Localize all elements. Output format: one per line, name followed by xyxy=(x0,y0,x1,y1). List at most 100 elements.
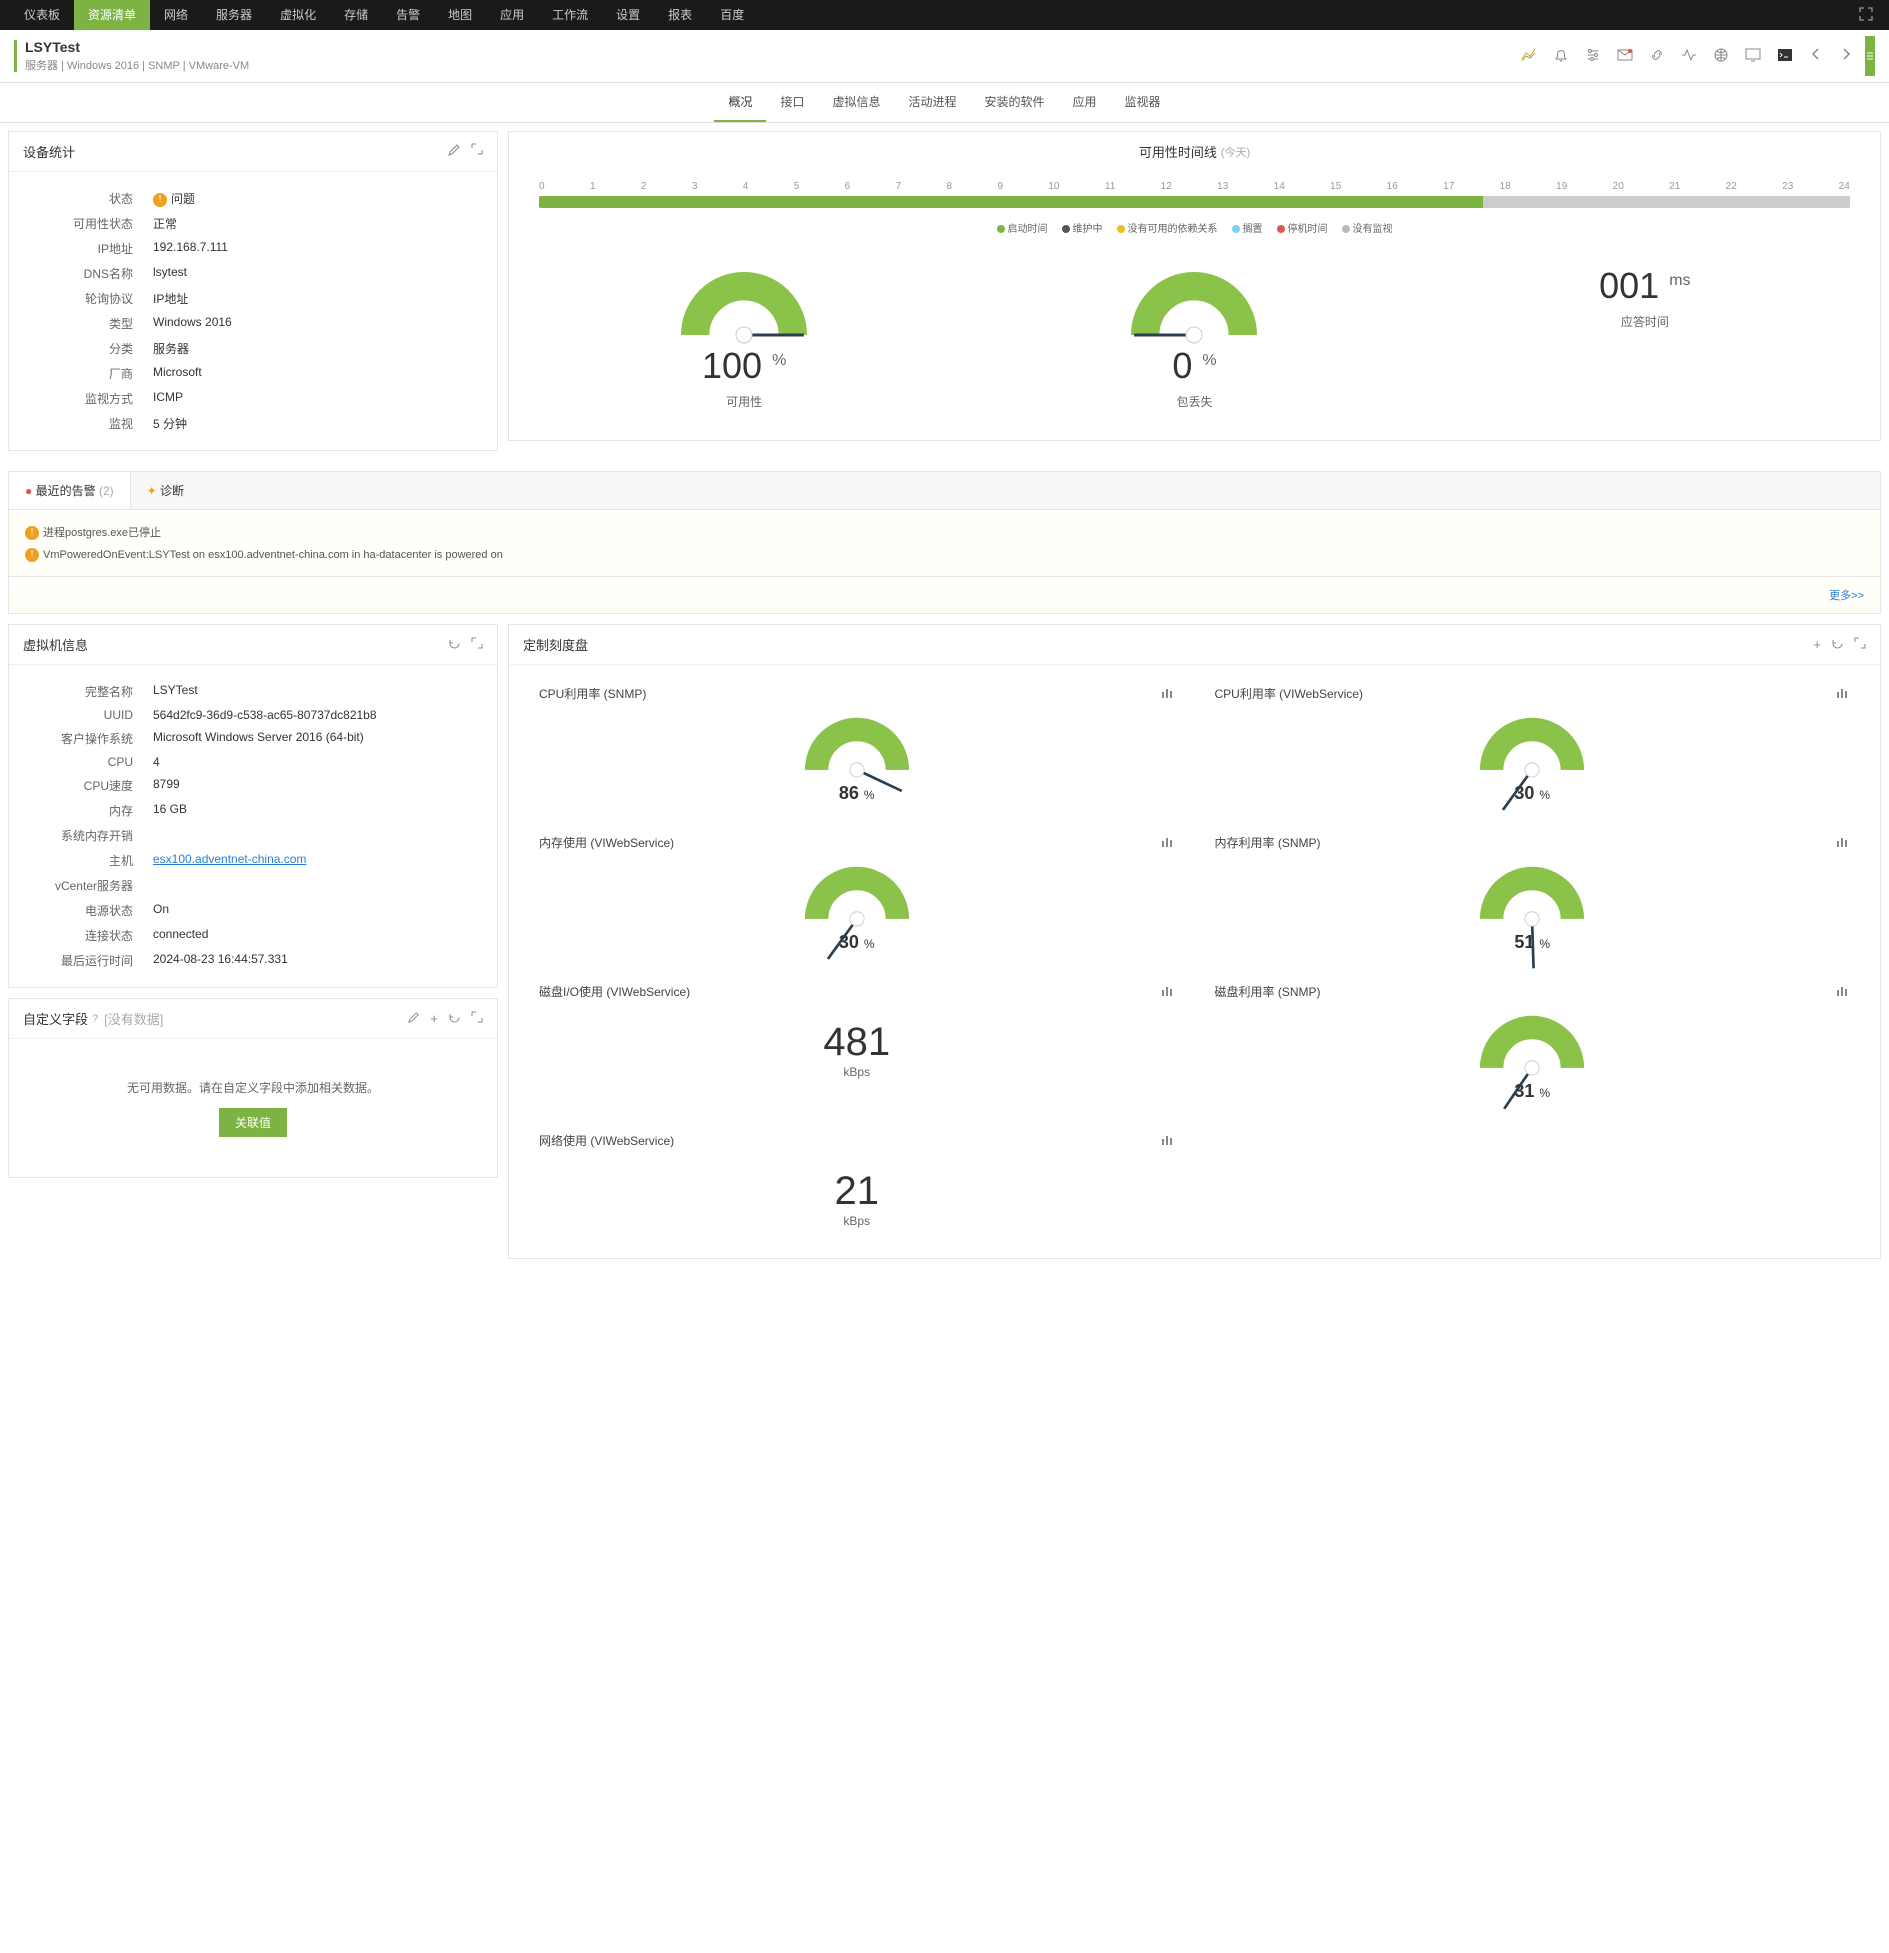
availability-timeline: 0123456789101112131415161718192021222324… xyxy=(509,171,1880,245)
dashboard-title: 定制刻度盘 xyxy=(523,635,588,654)
customfield-nodata: [没有数据] xyxy=(104,1009,163,1028)
next-icon[interactable] xyxy=(1839,47,1853,66)
alerts-more-link[interactable]: 更多>> xyxy=(1829,590,1864,602)
nav-item-4[interactable]: 虚拟化 xyxy=(266,0,330,30)
tab-5[interactable]: 应用 xyxy=(1059,83,1111,122)
kv-row: 轮询协议IP地址 xyxy=(23,286,483,311)
chart-icon[interactable] xyxy=(1161,687,1175,701)
expand-icon[interactable] xyxy=(471,1011,483,1027)
kv-row: 最后运行时间2024-08-23 16:44:57.331 xyxy=(23,948,483,973)
page-subtitle: 服务器 | Windows 2016 | SNMP | VMware-VM xyxy=(25,57,249,73)
kv-row: 系统内存开销 xyxy=(23,823,483,848)
expand-icon[interactable] xyxy=(1854,637,1866,653)
chart-icon[interactable] xyxy=(1836,687,1850,701)
kv-row: CPU速度8799 xyxy=(23,773,483,798)
vminfo-title: 虚拟机信息 xyxy=(23,635,88,654)
globe-icon[interactable] xyxy=(1713,47,1729,66)
kv-row: 连接状态connected xyxy=(23,923,483,948)
nav-item-3[interactable]: 服务器 xyxy=(202,0,266,30)
bell-icon[interactable] xyxy=(1553,47,1569,66)
kv-row: 完整名称LSYTest xyxy=(23,679,483,704)
nav-item-5[interactable]: 存储 xyxy=(330,0,382,30)
fullscreen-toggle-icon[interactable] xyxy=(1853,7,1879,24)
nav-item-7[interactable]: 地图 xyxy=(434,0,486,30)
dash-cell: 磁盘利用率 (SNMP)31 % xyxy=(1195,973,1871,1122)
dash-cell: 内存使用 (VIWebService)30 % xyxy=(519,824,1195,973)
chart-icon[interactable] xyxy=(1521,47,1537,66)
refresh-icon[interactable] xyxy=(448,637,461,653)
alert-tabs: ● 最近的告警 (2) ✦ 诊断 xyxy=(8,471,1881,509)
tune-icon[interactable] xyxy=(1585,47,1601,66)
dash-cell: 网络使用 (VIWebService)21kBps xyxy=(519,1122,1195,1248)
monitor-icon[interactable] xyxy=(1745,47,1761,66)
dash-cell: 内存利用率 (SNMP)51 % xyxy=(1195,824,1871,973)
tab-4[interactable]: 安装的软件 xyxy=(971,83,1059,122)
nav-item-1[interactable]: 资源清单 xyxy=(74,0,150,30)
add-icon[interactable]: + xyxy=(1813,637,1821,653)
chart-icon[interactable] xyxy=(1161,836,1175,850)
top-nav: 仪表板资源清单网络服务器虚拟化存储告警地图应用工作流设置报表百度 xyxy=(0,0,1889,30)
nav-item-6[interactable]: 告警 xyxy=(382,0,434,30)
associate-value-button[interactable]: 关联值 xyxy=(219,1108,287,1137)
add-icon[interactable]: + xyxy=(430,1011,438,1027)
expand-icon[interactable] xyxy=(471,637,483,653)
tab-3[interactable]: 活动进程 xyxy=(894,83,970,122)
nav-item-11[interactable]: 报表 xyxy=(654,0,706,30)
big-gauge: 100 %可用性 xyxy=(519,265,969,410)
mail-icon[interactable] xyxy=(1617,47,1633,66)
page-title: LSYTest xyxy=(25,39,249,55)
kv-row: 电源状态On xyxy=(23,898,483,923)
tab-diagnostics[interactable]: ✦ 诊断 xyxy=(131,472,200,509)
nav-item-8[interactable]: 应用 xyxy=(486,0,538,30)
availability-card: 可用性时间线 (今天) 0123456789101112131415161718… xyxy=(508,131,1881,441)
activity-icon[interactable] xyxy=(1681,47,1697,66)
kv-row: UUID564d2fc9-36d9-c538-ac65-80737dc821b8 xyxy=(23,704,483,726)
edit-icon[interactable] xyxy=(447,143,461,160)
subheader: LSYTest 服务器 | Windows 2016 | SNMP | VMwa… xyxy=(0,30,1889,83)
alert-body: !进程postgres.exe已停止!VmPoweredOnEvent:LSYT… xyxy=(8,509,1881,577)
refresh-icon[interactable] xyxy=(448,1011,461,1027)
menu-toggle[interactable] xyxy=(1865,36,1875,76)
link-icon[interactable] xyxy=(1649,47,1665,66)
kv-row: 可用性状态正常 xyxy=(23,211,483,236)
kv-row: CPU4 xyxy=(23,751,483,773)
tab-1[interactable]: 接口 xyxy=(766,83,818,122)
dash-cell: CPU利用率 (SNMP)86 % xyxy=(519,675,1195,824)
nav-item-9[interactable]: 工作流 xyxy=(538,0,602,30)
kv-row: 厂商Microsoft xyxy=(23,361,483,386)
big-gauge: 0 %包丢失 xyxy=(969,265,1419,410)
nav-item-12[interactable]: 百度 xyxy=(706,0,758,30)
prev-icon[interactable] xyxy=(1809,47,1823,66)
tab-6[interactable]: 监视器 xyxy=(1111,83,1175,122)
tab-recent-alerts[interactable]: ● 最近的告警 (2) xyxy=(9,472,131,509)
vminfo-card: 虚拟机信息 完整名称LSYTestUUID564d2fc9-36d9-c538-… xyxy=(8,624,498,988)
kv-row: 监视方式ICMP xyxy=(23,386,483,411)
host-link[interactable]: esx100.adventnet-china.com xyxy=(153,852,306,866)
nav-item-10[interactable]: 设置 xyxy=(602,0,654,30)
kv-row: 主机esx100.adventnet-china.com xyxy=(23,848,483,873)
kv-row: 内存16 GB xyxy=(23,798,483,823)
edit-icon[interactable] xyxy=(407,1011,420,1027)
kv-row: 监视5 分钟 xyxy=(23,411,483,436)
terminal-icon[interactable] xyxy=(1777,47,1793,66)
dash-cell: CPU利用率 (VIWebService)30 % xyxy=(1195,675,1871,824)
nav-item-2[interactable]: 网络 xyxy=(150,0,202,30)
tab-2[interactable]: 虚拟信息 xyxy=(818,83,894,122)
chart-icon[interactable] xyxy=(1161,1134,1175,1148)
detail-tabs: 概况接口虚拟信息活动进程安装的软件应用监视器 xyxy=(0,83,1889,123)
chart-icon[interactable] xyxy=(1836,985,1850,999)
kv-row: vCenter服务器 xyxy=(23,873,483,898)
refresh-icon[interactable] xyxy=(1831,637,1844,653)
customfield-title: 自定义字段 xyxy=(23,1009,88,1028)
device-stats-card: 设备统计 状态!问题可用性状态正常IP地址192.168.7.111DNS名称l… xyxy=(8,131,498,451)
availability-subtitle: (今天) xyxy=(1221,144,1250,160)
expand-icon[interactable] xyxy=(471,143,483,160)
dashboard-card: 定制刻度盘 + CPU利用率 (SNMP)86 %CPU利用率 (VIWebSe… xyxy=(508,624,1881,1259)
kv-row: DNS名称lsytest xyxy=(23,261,483,286)
chart-icon[interactable] xyxy=(1836,836,1850,850)
chart-icon[interactable] xyxy=(1161,985,1175,999)
tab-0[interactable]: 概况 xyxy=(714,83,766,122)
device-stats-title: 设备统计 xyxy=(23,142,75,161)
nav-item-0[interactable]: 仪表板 xyxy=(10,0,74,30)
help-icon[interactable]: ? xyxy=(92,1013,98,1025)
